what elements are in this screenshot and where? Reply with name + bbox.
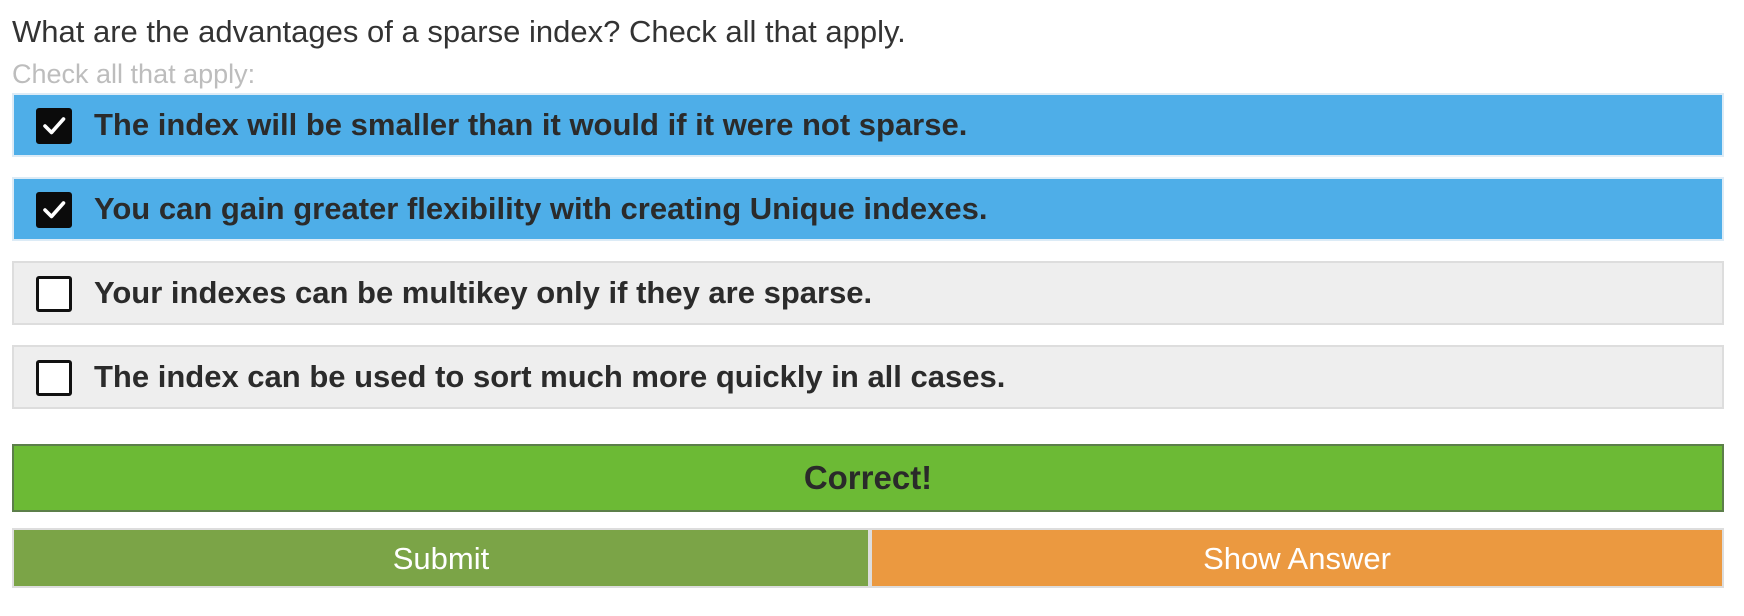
option-2[interactable]: You can gain greater flexibility with cr… [12, 177, 1724, 241]
checkmark-icon [43, 117, 66, 135]
checkbox[interactable] [36, 276, 72, 312]
checkmark-icon [43, 201, 66, 219]
question-hint: Check all that apply: [12, 59, 256, 89]
option-4[interactable]: The index can be used to sort much more … [12, 345, 1724, 409]
option-label: The index will be smaller than it would … [94, 107, 968, 142]
submit-button[interactable]: Submit [12, 528, 870, 588]
checkbox[interactable] [36, 192, 72, 228]
show-answer-button[interactable]: Show Answer [870, 528, 1724, 588]
checkbox[interactable] [36, 108, 72, 144]
option-1[interactable]: The index will be smaller than it would … [12, 93, 1724, 157]
action-bar: Submit Show Answer [12, 528, 1724, 588]
option-3[interactable]: Your indexes can be multikey only if the… [12, 261, 1724, 325]
question-text: What are the advantages of a sparse inde… [12, 14, 906, 49]
checkbox[interactable] [36, 360, 72, 396]
option-label: You can gain greater flexibility with cr… [94, 191, 988, 226]
option-label: The index can be used to sort much more … [94, 359, 1006, 394]
result-banner: Correct! [12, 444, 1724, 512]
option-label: Your indexes can be multikey only if the… [94, 275, 873, 310]
